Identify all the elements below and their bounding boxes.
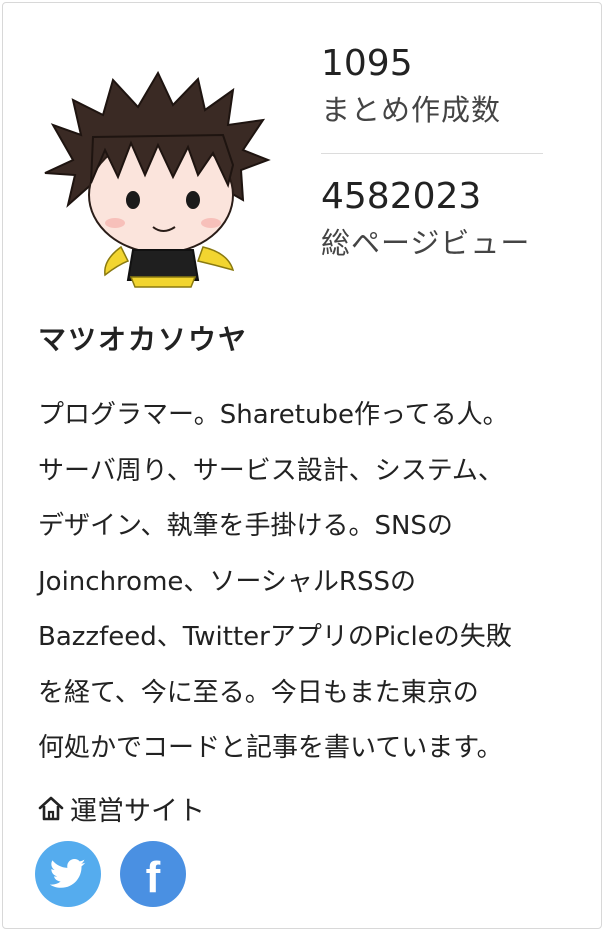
avatar-eye-left <box>126 191 140 209</box>
twitter-bird-icon <box>50 859 86 888</box>
summaries-count: 1095 <box>321 43 413 84</box>
profile-card: 1095 まとめ作成数 4582023 総ページビュー マツオカソウヤ プログラ… <box>2 2 602 929</box>
pageviews-label: 総ページビュー <box>321 226 531 260</box>
facebook-f-icon: f <box>145 853 161 902</box>
facebook-button[interactable]: f <box>120 841 186 907</box>
profile-name: マツオカソウヤ <box>38 323 249 356</box>
operated-site-label: 運営サイト <box>70 796 205 827</box>
operated-site-link[interactable]: 運営サイト <box>36 789 205 828</box>
avatar-body <box>126 249 200 281</box>
avatar <box>44 70 271 288</box>
avatar-eye-right <box>186 191 200 209</box>
home-icon <box>38 796 64 820</box>
stats-panel: 1095 まとめ作成数 4582023 総ページビュー <box>321 43 545 262</box>
stats-divider <box>321 153 543 154</box>
profile-bio: プログラマー。Sharetube作ってる人。 サーバ周り、サービス設計、システム… <box>38 400 512 763</box>
twitter-button[interactable] <box>35 841 101 907</box>
summaries-label: まとめ作成数 <box>321 93 502 127</box>
pageviews-count: 4582023 <box>321 176 482 217</box>
